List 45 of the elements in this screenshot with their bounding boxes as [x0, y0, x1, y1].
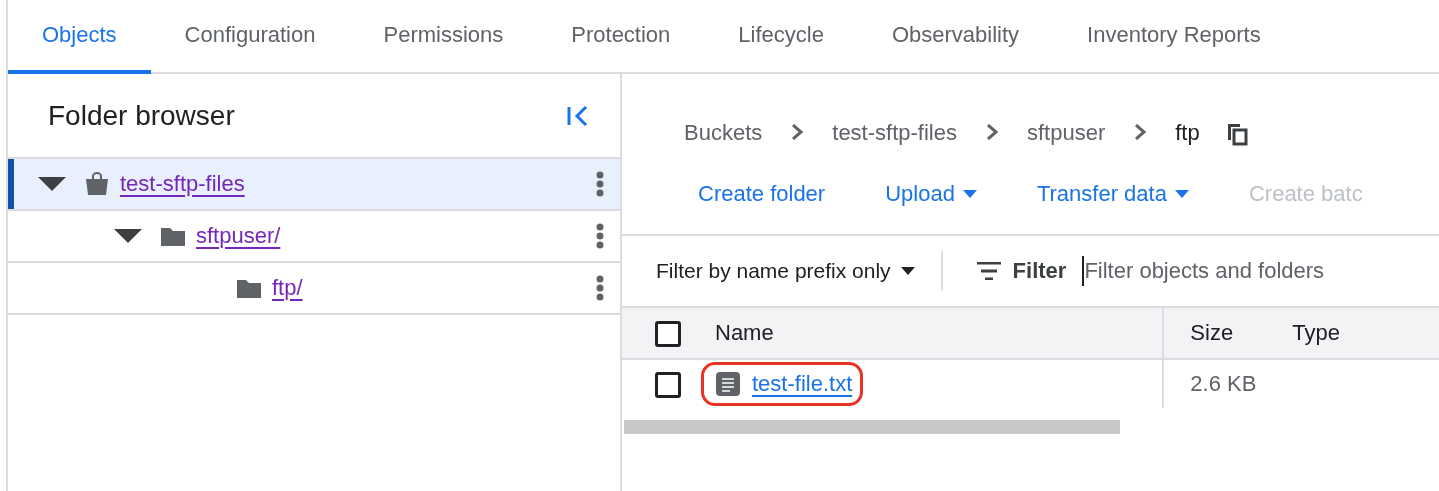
tab[interactable]: Observability [857, 0, 1054, 74]
more-options-icon[interactable] [596, 223, 604, 249]
select-all-checkbox[interactable] [655, 320, 681, 347]
column-header[interactable]: Size [1190, 320, 1234, 345]
tab[interactable]: Protection [537, 0, 705, 74]
tab[interactable]: Lifecycle [704, 0, 858, 74]
tab[interactable]: Inventory Reports [1053, 0, 1295, 74]
row-checkbox[interactable] [655, 371, 681, 398]
folder-link[interactable]: ftp/ [272, 275, 303, 301]
caret-down-icon[interactable] [38, 177, 66, 191]
chevron-right-icon [1133, 124, 1148, 140]
filter-button[interactable]: Filter [976, 258, 1067, 284]
column-header[interactable]: Name [715, 320, 774, 345]
filter-mode-dropdown[interactable]: Filter by name prefix only [656, 259, 915, 283]
filter-icon [976, 262, 1001, 280]
folder-link[interactable]: sftpuser/ [196, 223, 281, 249]
chevron-right-icon [984, 124, 999, 140]
toolbar-button[interactable]: Upload [865, 173, 997, 215]
file-link[interactable]: test-file.txt [752, 371, 853, 397]
size-cell: 2.6 KB [1190, 371, 1257, 396]
scrollbar-thumb[interactable] [624, 420, 1120, 434]
toolbar-button[interactable]: Transfer data [1016, 173, 1209, 215]
caret-down-icon[interactable] [114, 229, 142, 243]
breadcrumb-item[interactable]: Buckets [684, 120, 763, 154]
more-options-icon[interactable] [596, 275, 604, 301]
dropdown-arrow-icon [900, 267, 915, 275]
panel-title: Folder browser [48, 99, 235, 132]
breadcrumb-item[interactable]: sftpuser [1026, 120, 1106, 154]
chevron-right-icon [790, 124, 805, 140]
tab[interactable]: Objects [8, 0, 151, 74]
breadcrumb-item[interactable]: test-sftp-files [832, 120, 957, 154]
tab[interactable]: Permissions [349, 0, 538, 74]
tree-row[interactable]: sftpuser/ [8, 211, 620, 263]
toolbar-button[interactable]: Create folder [678, 173, 846, 215]
column-header[interactable]: Type [1292, 320, 1341, 345]
more-options-icon[interactable] [596, 171, 604, 197]
collapse-panel-icon[interactable] [566, 103, 590, 128]
tree-row[interactable]: test-sftp-files [8, 159, 620, 211]
breadcrumb-item: ftp [1175, 120, 1200, 147]
bucket-icon [84, 171, 110, 197]
tab[interactable]: Configuration [150, 0, 350, 74]
tree-row[interactable]: ftp/ [8, 263, 620, 315]
copy-icon[interactable] [1225, 122, 1248, 146]
folder-link[interactable]: test-sftp-files [120, 171, 245, 197]
document-icon [716, 372, 740, 396]
